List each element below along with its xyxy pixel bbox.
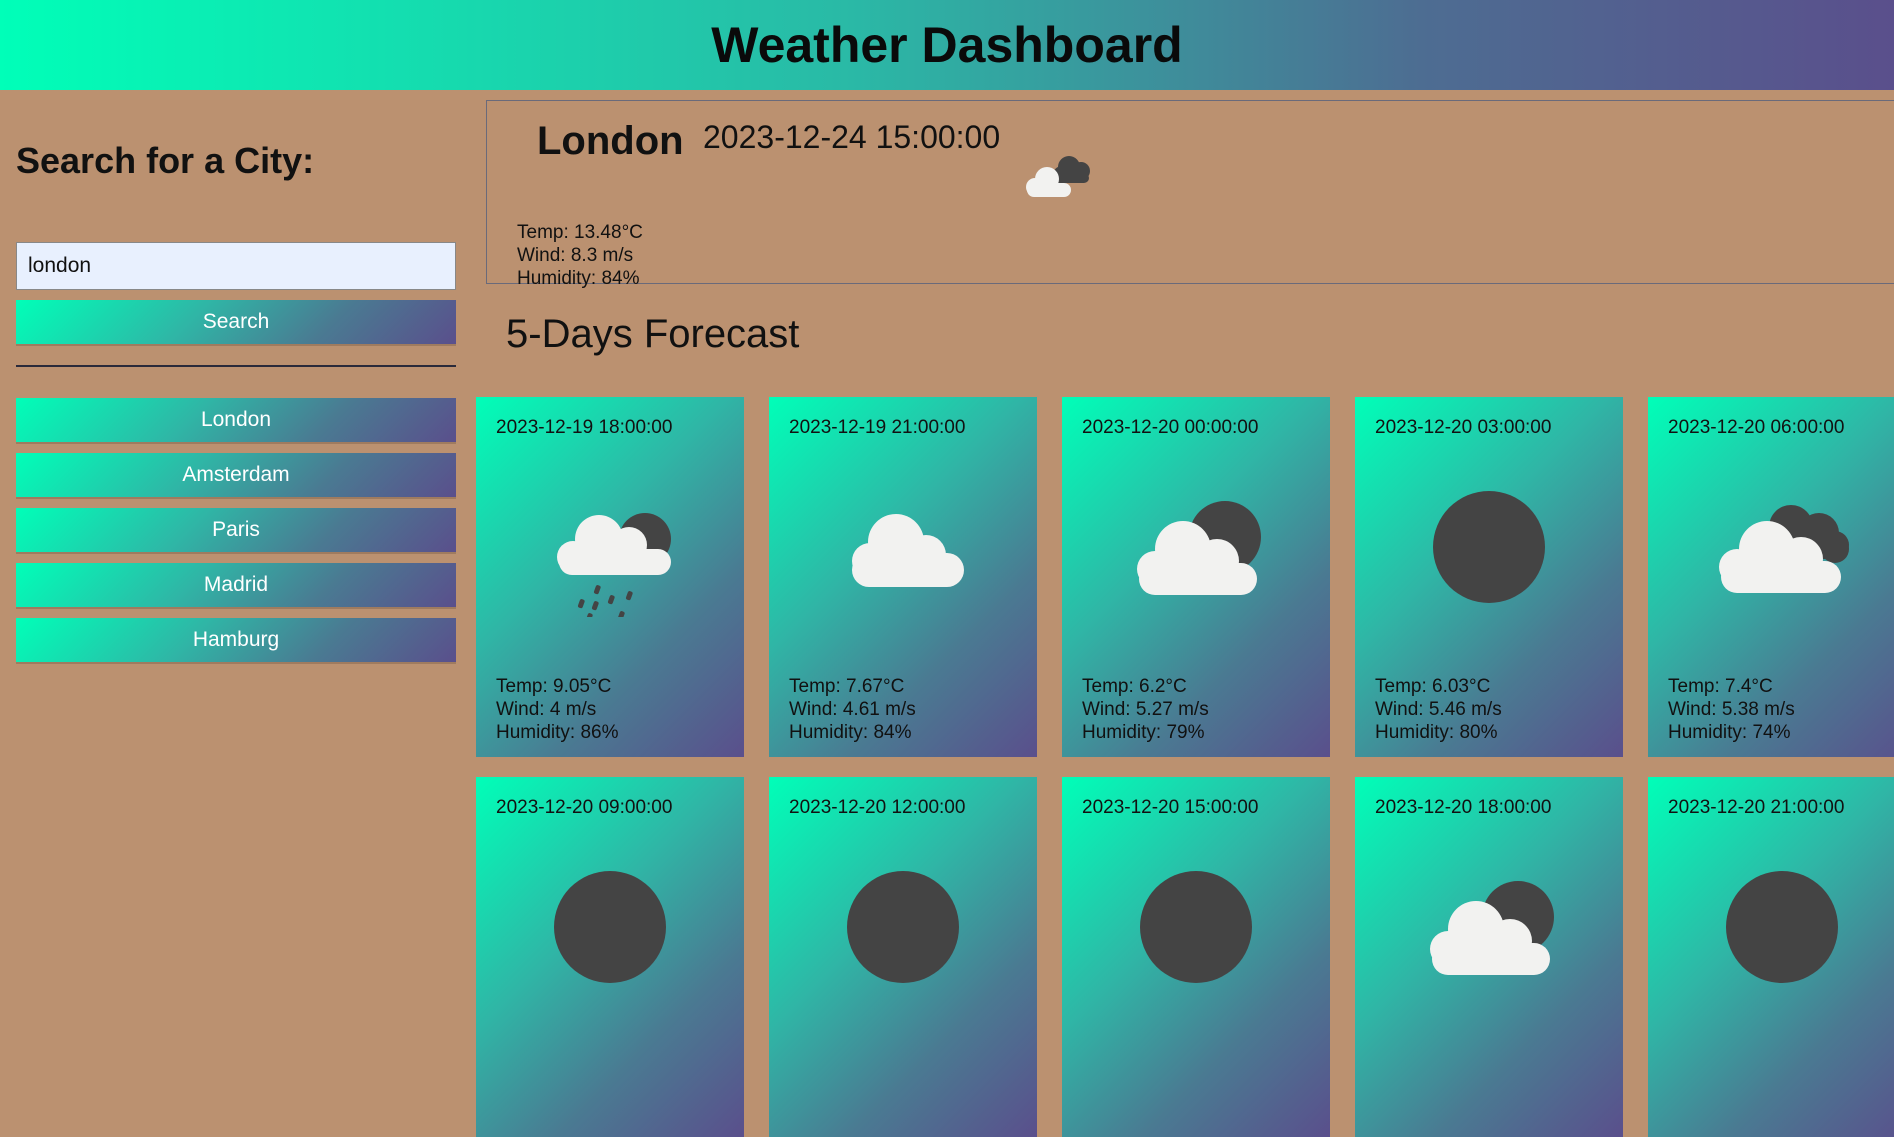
forecast-card: 2023-12-20 09:00:00 — [476, 777, 744, 1137]
few-clouds-night-icon — [1137, 501, 1261, 595]
history-button-london[interactable]: London — [16, 398, 456, 442]
current-weather-panel: London 2023-12-24 15:00:00 Temp: 13.48°C… — [486, 100, 1894, 289]
forecast-card: 2023-12-20 00:00:00 Temp: 6.2°C Wind: 5.… — [1062, 397, 1330, 757]
forecast-wind: Wind: 5.46 m/s — [1375, 699, 1502, 720]
few-clouds-night-icon — [1430, 881, 1554, 975]
broken-clouds-icon — [1719, 505, 1849, 593]
forecast-humidity: Humidity: 86% — [496, 722, 619, 743]
forecast-card: 2023-12-20 15:00:00 — [1062, 777, 1330, 1137]
app-header: Weather Dashboard — [0, 0, 1894, 90]
forecast-stats: Temp: 7.67°C Wind: 4.61 m/s Humidity: 84… — [789, 675, 916, 744]
forecast-stats: Temp: 6.2°C Wind: 5.27 m/s Humidity: 79% — [1082, 675, 1209, 744]
forecast-wind: Wind: 5.27 m/s — [1082, 699, 1209, 720]
forecast-temp: Temp: 7.67°C — [789, 676, 905, 697]
history-button-hamburg[interactable]: Hamburg — [16, 618, 456, 662]
forecast-card: 2023-12-20 06:00:00 Temp: 7.4°C Wind: 5.… — [1648, 397, 1894, 757]
forecast-date: 2023-12-19 18:00:00 — [496, 417, 673, 438]
forecast-stats: Temp: 6.03°C Wind: 5.46 m/s Humidity: 80… — [1375, 675, 1502, 744]
clear-night-icon — [1140, 871, 1252, 983]
search-input[interactable] — [16, 242, 456, 290]
forecast-wind: Wind: 5.38 m/s — [1668, 699, 1795, 720]
forecast-date: 2023-12-20 21:00:00 — [1668, 797, 1845, 818]
forecast-date: 2023-12-20 15:00:00 — [1082, 797, 1259, 818]
broken-clouds-icon — [1017, 145, 1097, 210]
current-stats: Temp: 13.48°C Wind: 8.3 m/s Humidity: 84… — [517, 221, 643, 290]
history-button-amsterdam[interactable]: Amsterdam — [16, 453, 456, 497]
forecast-temp: Temp: 7.4°C — [1668, 676, 1773, 697]
history-button-paris[interactable]: Paris — [16, 508, 456, 552]
page-title: Weather Dashboard — [711, 17, 1183, 73]
forecast-date: 2023-12-20 18:00:00 — [1375, 797, 1552, 818]
current-humidity: Humidity: 84% — [517, 268, 640, 289]
forecast-date: 2023-12-20 06:00:00 — [1668, 417, 1845, 438]
divider — [16, 365, 456, 367]
forecast-humidity: Humidity: 84% — [789, 722, 912, 743]
forecast-temp: Temp: 9.05°C — [496, 676, 612, 697]
forecast-wind: Wind: 4.61 m/s — [789, 699, 916, 720]
forecast-wind: Wind: 4 m/s — [496, 699, 597, 720]
forecast-temp: Temp: 6.2°C — [1082, 676, 1187, 697]
search-button[interactable]: Search — [16, 300, 456, 344]
forecast-date: 2023-12-19 21:00:00 — [789, 417, 966, 438]
clear-night-icon — [1433, 491, 1545, 603]
forecast-stats: Temp: 9.05°C Wind: 4 m/s Humidity: 86% — [496, 675, 619, 744]
forecast-card: 2023-12-20 21:00:00 — [1648, 777, 1894, 1137]
current-wind: Wind: 8.3 m/s — [517, 245, 634, 266]
forecast-humidity: Humidity: 79% — [1082, 722, 1205, 743]
clear-night-icon — [1726, 871, 1838, 983]
forecast-card: 2023-12-20 03:00:00 Temp: 6.03°C Wind: 5… — [1355, 397, 1623, 757]
forecast-card: 2023-12-20 18:00:00 — [1355, 777, 1623, 1137]
rain-icon — [557, 513, 671, 617]
forecast-humidity: Humidity: 74% — [1668, 722, 1791, 743]
current-datetime: 2023-12-24 15:00:00 — [703, 119, 1001, 155]
forecast-date: 2023-12-20 09:00:00 — [496, 797, 673, 818]
current-city: London — [537, 119, 684, 163]
forecast-card: 2023-12-19 21:00:00 Temp: 7.67°C Wind: 4… — [769, 397, 1037, 757]
forecast-stats: Temp: 7.4°C Wind: 5.38 m/s Humidity: 74% — [1668, 675, 1795, 744]
forecast-date: 2023-12-20 03:00:00 — [1375, 417, 1552, 438]
forecast-card: 2023-12-20 12:00:00 — [769, 777, 1037, 1137]
cloud-icon — [852, 514, 964, 587]
current-temp: Temp: 13.48°C — [517, 222, 643, 243]
forecast-card: 2023-12-19 18:00:00 Temp: 9.05°C Wind: 4… — [476, 397, 744, 757]
forecast-date: 2023-12-20 12:00:00 — [789, 797, 966, 818]
forecast-title: 5-Days Forecast — [506, 312, 800, 356]
clear-night-icon — [847, 871, 959, 983]
forecast-humidity: Humidity: 80% — [1375, 722, 1498, 743]
search-heading: Search for a City: — [16, 140, 315, 181]
history-button-madrid[interactable]: Madrid — [16, 563, 456, 607]
forecast-date: 2023-12-20 00:00:00 — [1082, 417, 1259, 438]
forecast-temp: Temp: 6.03°C — [1375, 676, 1491, 697]
clear-night-icon — [554, 871, 666, 983]
